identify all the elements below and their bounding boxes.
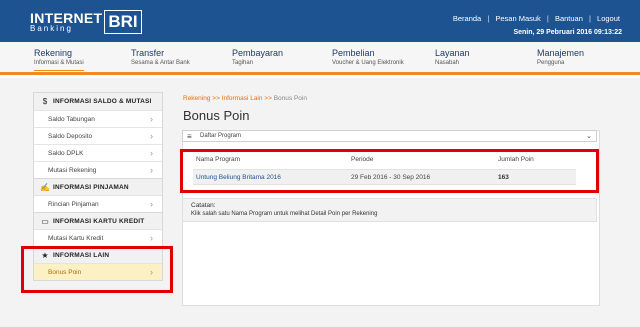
nav-title: Manajemen: [537, 48, 585, 58]
nav-title: Rekening: [34, 48, 73, 58]
note-text: Klik salah satu Nama Program untuk melih…: [191, 211, 378, 217]
nav-subtitle: Tagihan: [232, 60, 254, 66]
chevron-right-icon: ›: [150, 131, 153, 141]
highlight-box-table: [180, 149, 599, 193]
sidebar-item-mutasi-rekening[interactable]: Mutasi Rekening ›: [34, 161, 162, 178]
nav-subtitle: Nasabah: [435, 60, 460, 66]
link-logout[interactable]: Logout: [597, 14, 620, 23]
nav-title: Transfer: [131, 48, 165, 58]
separator: |: [487, 14, 490, 23]
bri-logo: BRI: [104, 10, 142, 34]
nav-subtitle: Pengguna: [537, 60, 565, 66]
note-box: Catatan: Klik salah satu Nama Program un…: [182, 198, 597, 222]
breadcrumb-current: Bonus Poin: [273, 95, 307, 102]
menu-icon: ≡: [187, 132, 192, 141]
nav-subtitle: Voucher & Uang Elektronik: [332, 60, 404, 66]
chevron-right-icon: ›: [150, 199, 153, 209]
separator: |: [546, 14, 549, 23]
top-links: Beranda | Pesan Masuk | Bantuan | Logout: [451, 14, 622, 23]
nav-manajemen[interactable]: Manajemen Pengguna: [537, 48, 584, 66]
highlight-box-sidebar: [21, 246, 173, 293]
current-datetime: Senin, 29 Pebruari 2016 09:13:22: [513, 29, 622, 36]
nav-pembelian[interactable]: Pembelian Voucher & Uang Elektronik: [332, 48, 404, 66]
sidebar-item-label: Rincian Pinjaman: [48, 200, 99, 208]
loan-icon: ✍: [40, 182, 50, 192]
separator: |: [589, 14, 591, 23]
sidebar-item-saldo-tabungan[interactable]: Saldo Tabungan ›: [34, 110, 162, 127]
top-header: INTERNET Banking BRI Beranda | Pesan Mas…: [0, 0, 640, 42]
sidebar-item-rincian-pinjaman[interactable]: Rincian Pinjaman ›: [34, 195, 162, 212]
note-title: Catatan:: [191, 202, 216, 209]
sidebar-item-label: Saldo Tabungan: [48, 115, 95, 123]
link-beranda[interactable]: Beranda: [453, 14, 481, 23]
sidebar-item-label: Mutasi Rekening: [48, 166, 97, 174]
link-bantuan[interactable]: Bantuan: [555, 14, 583, 23]
chevron-down-icon: ⌄: [586, 133, 592, 140]
chevron-right-icon: ›: [150, 165, 153, 175]
nav-transfer[interactable]: Transfer Sesama & Antar Bank: [131, 48, 190, 66]
chevron-right-icon: ›: [150, 148, 153, 158]
section-saldo-mutasi: $ INFORMASI SALDO & MUTASI: [34, 93, 162, 110]
sidebar-item-label: Mutasi Kartu Kredit: [48, 234, 104, 242]
nav-title: Layanan: [435, 48, 470, 58]
link-pesan-masuk[interactable]: Pesan Masuk: [495, 14, 540, 23]
page-title: Bonus Poin: [183, 108, 250, 123]
main-nav: Rekening Informasi & Mutasi Transfer Ses…: [0, 42, 640, 75]
dropdown-label: Daftar Program: [200, 133, 242, 139]
chevron-right-icon: ›: [150, 114, 153, 124]
section-label: INFORMASI PINJAMAN: [53, 183, 129, 191]
program-list-dropdown[interactable]: ≡ Daftar Program ⌄: [182, 130, 597, 142]
sidebar-item-label: Saldo DPLK: [48, 149, 84, 157]
sidebar-item-mutasi-kartu-kredit[interactable]: Mutasi Kartu Kredit ›: [34, 229, 162, 246]
nav-layanan[interactable]: Layanan Nasabah: [435, 48, 470, 66]
money-icon: $: [42, 97, 48, 106]
sidebar-item-saldo-dplk[interactable]: Saldo DPLK ›: [34, 144, 162, 161]
nav-title: Pembayaran: [232, 48, 284, 58]
section-kartu-kredit: ▭ INFORMASI KARTU KREDIT: [34, 212, 162, 229]
nav-rekening[interactable]: Rekening Informasi & Mutasi: [34, 48, 84, 71]
nav-title: Pembelian: [332, 48, 375, 58]
chevron-right-icon: ›: [150, 233, 153, 243]
card-icon: ▭: [41, 216, 49, 226]
breadcrumb: Rekening >> Informasi Lain >> Bonus Poin: [183, 95, 307, 102]
section-pinjaman: ✍ INFORMASI PINJAMAN: [34, 178, 162, 195]
nav-subtitle: Sesama & Antar Bank: [131, 60, 190, 66]
sidebar-item-saldo-deposito[interactable]: Saldo Deposito ›: [34, 127, 162, 144]
section-label: INFORMASI KARTU KREDIT: [53, 217, 145, 225]
breadcrumb-path[interactable]: Rekening >> Informasi Lain >>: [183, 95, 274, 102]
section-label: INFORMASI SALDO & MUTASI: [53, 98, 152, 105]
nav-subtitle: Informasi & Mutasi: [34, 60, 84, 66]
internet-banking-logo[interactable]: INTERNET Banking BRI: [30, 10, 142, 36]
sidebar-item-label: Saldo Deposito: [48, 132, 93, 140]
nav-pembayaran[interactable]: Pembayaran Tagihan: [232, 48, 283, 66]
logo-subtext: Banking: [30, 24, 73, 33]
